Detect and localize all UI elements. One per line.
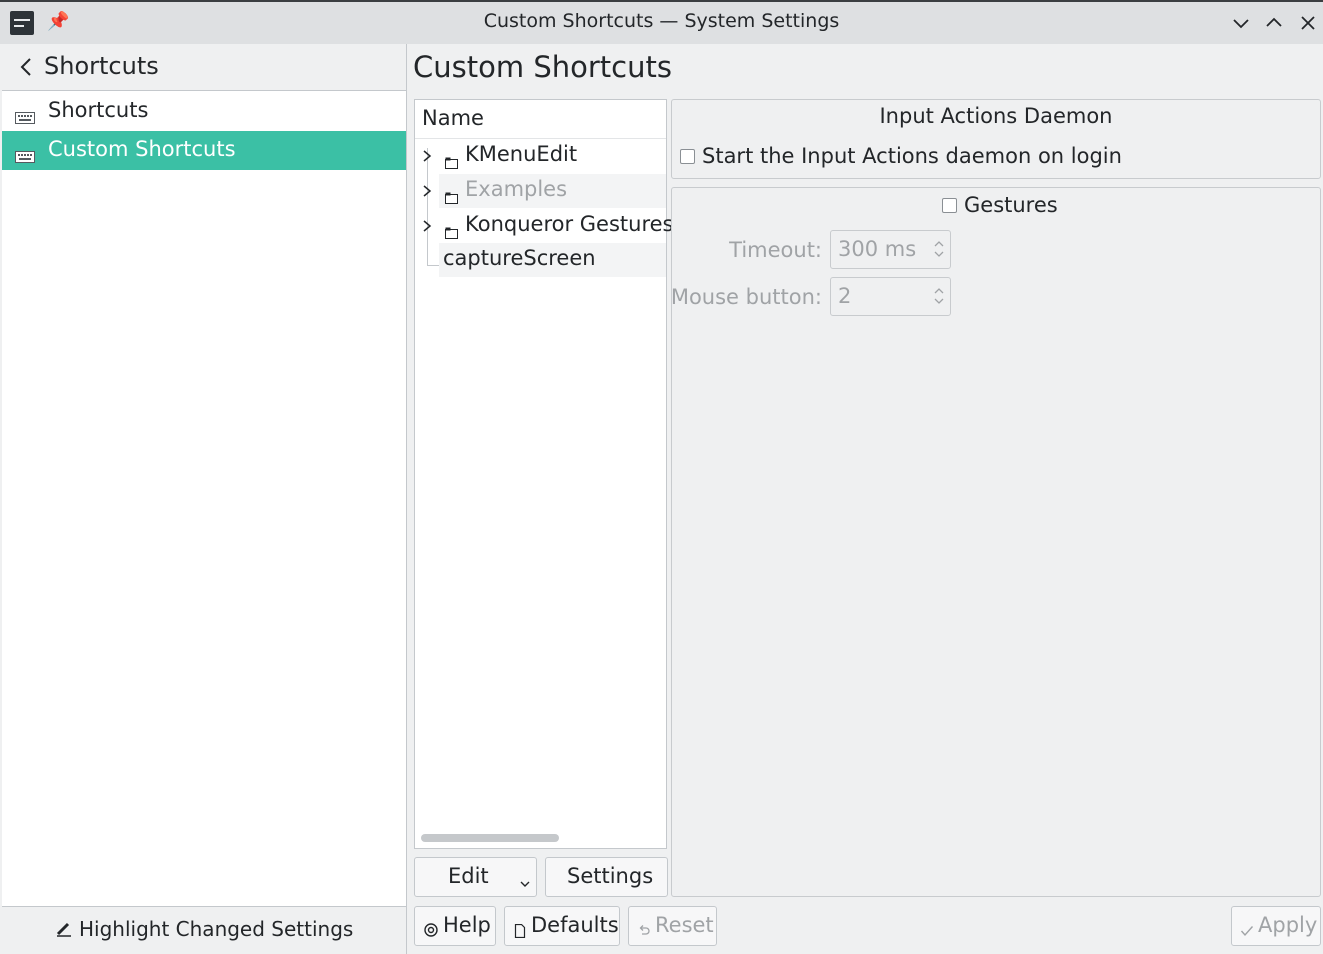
reset-button[interactable]: Reset [628,906,717,946]
defaults-button[interactable]: Defaults [504,906,620,946]
horizontal-scrollbar[interactable] [421,834,559,842]
group-title: Input Actions Daemon [879,104,1113,128]
apply-button[interactable]: Apply [1231,906,1321,946]
tree-row[interactable]: Examples [423,174,666,209]
chevron-right-icon[interactable] [421,216,433,240]
daemon-login-checkbox[interactable] [680,149,695,164]
sidebar: Shortcuts Shortcuts Custom Shortcuts Hig… [2,44,407,954]
help-button[interactable]: Help [414,906,496,946]
edit-button-label: Edit [448,864,489,888]
daemon-login-checkbox-label[interactable]: Start the Input Actions daemon on login [702,144,1122,168]
highlight-changed-settings-label: Highlight Changed Settings [79,917,354,941]
sidebar-item-label: Custom Shortcuts [48,137,236,161]
minimize-button[interactable] [1228,10,1254,36]
folder-icon [445,220,459,244]
tree-column-header-name[interactable]: Name [415,100,666,139]
tree-row-label: KMenuEdit [465,142,578,166]
mouse-button-value: 2 [838,284,852,308]
tree-row[interactable]: captureScreen [439,243,666,277]
spin-arrows-icon[interactable] [933,238,945,265]
sidebar-item-label: Shortcuts [48,98,149,122]
apply-button-label: Apply [1258,913,1318,937]
window-title: Custom Shortcuts — System Settings [483,10,840,32]
help-icon [424,918,438,942]
close-icon [1301,16,1315,30]
chevron-right-icon[interactable] [421,146,433,170]
window-titlebar[interactable]: 📌 Custom Shortcuts — System Settings [0,0,1323,44]
tree-row[interactable]: KMenuEdit [415,139,666,173]
shortcuts-tree[interactable]: Name KMenuEdit Examples Konqueror Gestur… [414,99,673,849]
chevron-up-icon [1266,17,1282,27]
help-button-label: Help [443,913,491,937]
page-title: Custom Shortcuts [413,50,672,84]
spin-arrows-icon[interactable] [933,285,945,312]
sidebar-title: Shortcuts [44,52,159,80]
tree-branch-line [427,265,439,266]
pencil-icon [55,917,79,941]
chevron-down-icon [1233,19,1249,29]
highlight-changed-settings-button[interactable]: Highlight Changed Settings [2,906,406,954]
tree-row-label: Examples [465,177,568,201]
reset-button-label: Reset [655,913,714,937]
settings-button[interactable]: Settings [545,857,668,897]
mouse-button-spinbox[interactable]: 2 [830,277,951,316]
keyboard-icon [15,105,35,129]
timeout-label: Timeout: [729,238,822,262]
chevron-down-icon [519,871,531,895]
close-button[interactable] [1295,10,1321,36]
sidebar-item-shortcuts[interactable]: Shortcuts [2,92,406,131]
defaults-button-label: Defaults [531,913,619,937]
tree-row-label: Konqueror Gestures [465,212,674,236]
chevron-right-icon[interactable] [421,181,433,205]
keyboard-icon [15,144,35,168]
input-actions-daemon-group: Input Actions Daemon Start the Input Act… [671,99,1321,179]
sidebar-header: Shortcuts [2,44,406,91]
folder-icon [445,185,459,209]
gestures-checkbox[interactable] [942,198,957,213]
settings-button-label: Settings [567,864,654,888]
undo-icon [638,919,650,943]
back-button[interactable] [16,55,36,83]
maximize-button[interactable] [1261,10,1287,36]
document-icon [514,919,526,943]
folder-icon [445,150,459,174]
mouse-button-label: Mouse button: [670,285,822,309]
timeout-spinbox[interactable]: 300 ms [830,230,951,269]
tree-row[interactable]: Konqueror Gestures [415,209,673,244]
checkmark-icon [1240,919,1254,943]
tree-row-label: captureScreen [443,246,596,270]
sidebar-item-custom-shortcuts[interactable]: Custom Shortcuts [2,131,406,170]
timeout-value: 300 ms [838,237,917,261]
chevron-left-icon [20,58,31,76]
edit-dropdown-button[interactable]: Edit [414,857,537,897]
gestures-group: Gestures Timeout: 300 ms Mouse button: 2 [671,187,1321,897]
gestures-checkbox-label[interactable]: Gestures [964,193,1058,217]
